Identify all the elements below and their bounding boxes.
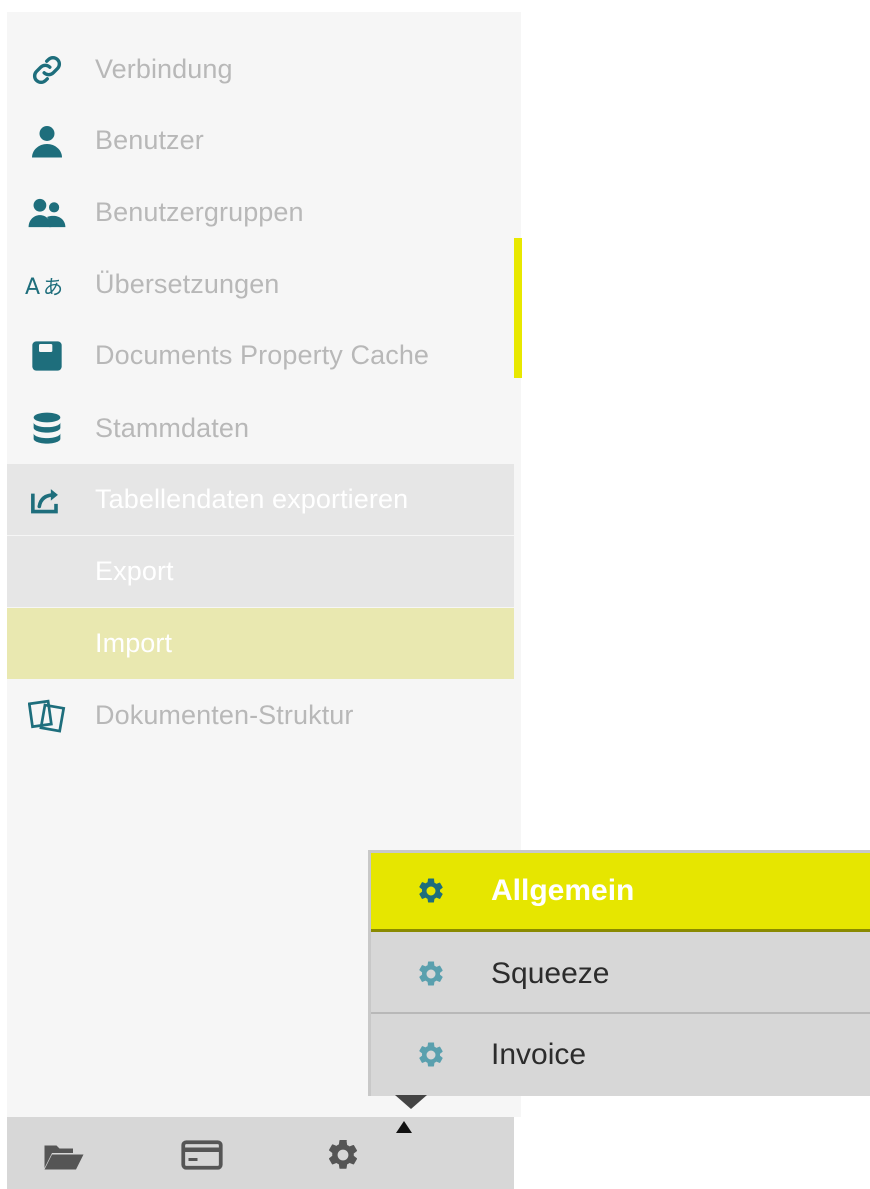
popup-item-allgemein[interactable]: Allgemein [371, 853, 870, 932]
user-icon [0, 123, 95, 159]
sidebar-item-label: Verbindung [95, 54, 233, 84]
popup-item-label: Squeeze [491, 956, 610, 990]
settings-popup-menu: Allgemein Squeeze Invoice [368, 850, 870, 1096]
popup-item-squeeze[interactable]: Squeeze [371, 935, 870, 1014]
sidebar-item-tabellendaten-exportieren[interactable]: Tabellendaten exportieren [7, 464, 514, 535]
sidebar-item-uebersetzungen[interactable]: A あ Übersetzungen [7, 249, 514, 320]
gear-icon [371, 959, 491, 989]
card-icon[interactable] [181, 1139, 223, 1176]
sidebar-item-benutzer[interactable]: Benutzer [7, 105, 514, 176]
user-group-icon [0, 196, 95, 230]
folder-open-icon[interactable] [43, 1141, 85, 1176]
popup-item-label: Invoice [491, 1037, 587, 1071]
sidebar-subitem-export[interactable]: Export [7, 536, 514, 607]
sidebar-item-verbindung[interactable]: Verbindung [7, 34, 514, 105]
sidebar-item-documents-property-cache[interactable]: Documents Property Cache [7, 320, 514, 391]
gear-icon[interactable] [325, 1137, 361, 1178]
sidebar-item-label: Benutzergruppen [95, 197, 304, 227]
sidebar-item-label: Benutzer [95, 125, 204, 155]
database-icon [0, 412, 95, 446]
sidebar-item-label: Dokumenten-Struktur [95, 700, 354, 730]
sidebar-item-stammdaten[interactable]: Stammdaten [7, 393, 514, 464]
sidebar-item-label: Documents Property Cache [95, 340, 430, 370]
sidebar-scroll-indicator [514, 238, 522, 378]
translate-icon: A あ [0, 269, 95, 301]
sidebar-item-label: Stammdaten [95, 413, 250, 443]
sidebar-subitem-import[interactable]: Import [7, 608, 514, 679]
share-export-icon [0, 484, 95, 516]
document-structure-icon [0, 699, 95, 733]
popup-item-invoice[interactable]: Invoice [371, 1015, 870, 1094]
sidebar-item-label: Export [95, 556, 174, 586]
gear-icon [371, 1040, 491, 1070]
caret-up-icon [396, 1121, 412, 1133]
sidebar-item-benutzergruppen[interactable]: Benutzergruppen [7, 177, 514, 248]
bottom-toolbar [7, 1117, 514, 1189]
sidebar-item-label: Import [95, 628, 173, 658]
sidebar-item-label: Übersetzungen [95, 269, 280, 299]
sidebar-item-dokumenten-struktur[interactable]: Dokumenten-Struktur [7, 680, 514, 751]
popup-pointer [395, 1095, 427, 1109]
sidebar-item-label: Tabellendaten exportieren [95, 484, 409, 514]
link-icon [0, 53, 95, 87]
gear-icon [371, 876, 491, 906]
svg-text:A: A [25, 275, 40, 300]
popup-item-label: Allgemein [491, 874, 635, 907]
svg-text:あ: あ [43, 275, 63, 299]
floppy-disk-icon [0, 340, 95, 372]
